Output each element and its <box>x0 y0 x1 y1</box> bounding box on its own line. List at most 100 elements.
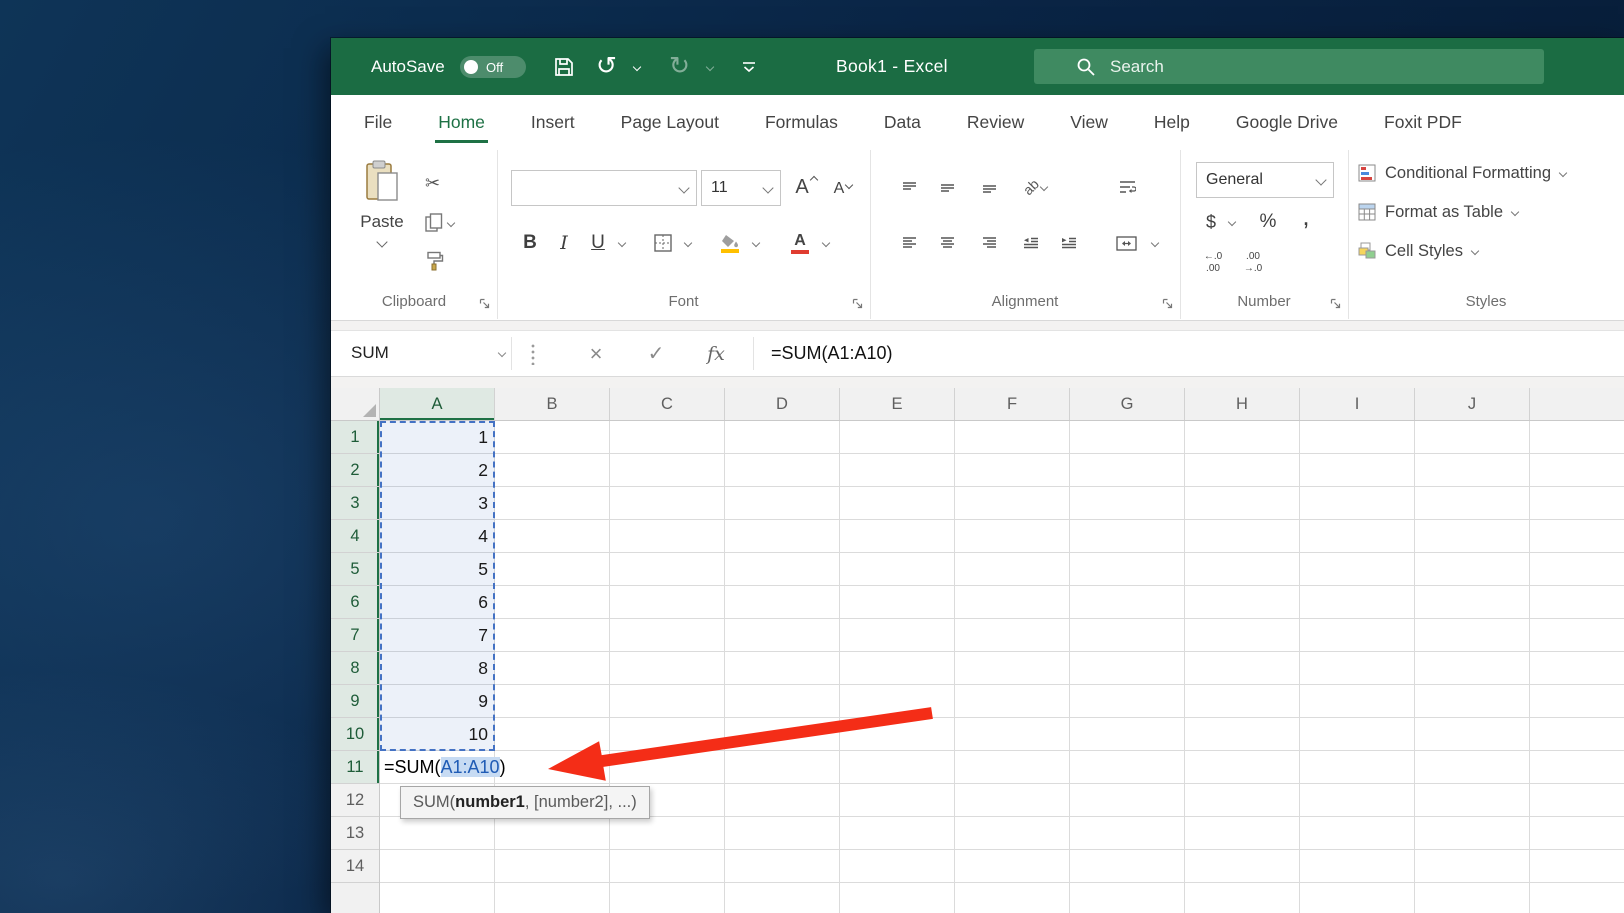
font-size-select[interactable]: 11 <box>701 170 781 206</box>
tab-formulas[interactable]: Formulas <box>742 95 861 150</box>
column-header-J[interactable]: J <box>1415 388 1530 420</box>
cell-A4[interactable]: 4 <box>380 520 488 553</box>
align-right-button[interactable] <box>974 226 1004 260</box>
autosave-toggle[interactable]: Off <box>460 56 526 78</box>
align-top-button[interactable] <box>894 170 924 204</box>
bold-button[interactable]: B <box>515 226 545 260</box>
format-as-table-button[interactable]: Format as Table <box>1358 197 1620 227</box>
fill-color-button[interactable] <box>715 226 745 260</box>
tab-file[interactable]: File <box>341 95 415 150</box>
tab-insert[interactable]: Insert <box>508 95 598 150</box>
decrease-indent-button[interactable] <box>1016 226 1046 260</box>
grow-font-button[interactable]: A <box>789 170 823 204</box>
select-all-corner[interactable] <box>331 388 380 421</box>
cell-A2[interactable]: 2 <box>380 454 488 487</box>
align-left-button[interactable] <box>894 226 924 260</box>
row-header-13[interactable]: 13 <box>331 817 379 850</box>
cell-A9[interactable]: 9 <box>380 685 488 718</box>
fill-color-dropdown[interactable] <box>747 226 765 260</box>
active-cell-formula[interactable]: =SUM(A1:A10) <box>384 751 506 784</box>
row-header-11[interactable]: 11 <box>331 751 379 784</box>
merge-center-button[interactable] <box>1108 226 1144 260</box>
paste-button[interactable]: Paste <box>353 160 411 278</box>
row-header-5[interactable]: 5 <box>331 553 379 586</box>
cell-styles-button[interactable]: Cell Styles <box>1358 236 1620 266</box>
font-name-select[interactable] <box>511 170 697 206</box>
quick-access-toolbar-button[interactable] <box>741 38 757 95</box>
align-middle-button[interactable] <box>932 170 962 204</box>
row-header-8[interactable]: 8 <box>331 652 379 685</box>
column-header-E[interactable]: E <box>840 388 955 420</box>
row-header-9[interactable]: 9 <box>331 685 379 718</box>
comma-style-button[interactable]: , <box>1292 200 1320 232</box>
font-dialog-launcher[interactable] <box>852 298 863 309</box>
accounting-format-dropdown[interactable] <box>1224 206 1240 238</box>
wrap-text-button[interactable] <box>1110 170 1144 204</box>
insert-function-button[interactable]: fx <box>694 331 738 376</box>
cell-A5[interactable]: 5 <box>380 553 488 586</box>
cell-A3[interactable]: 3 <box>380 487 488 520</box>
cell-A1[interactable]: 1 <box>380 421 488 454</box>
row-header-7[interactable]: 7 <box>331 619 379 652</box>
number-format-select[interactable]: General <box>1196 162 1334 198</box>
save-button[interactable] <box>553 38 575 95</box>
redo-button[interactable]: ↻ <box>669 38 690 95</box>
undo-dropdown[interactable] <box>632 38 642 95</box>
row-header-4[interactable]: 4 <box>331 520 379 553</box>
cells-area[interactable]: 1 2 3 4 5 6 7 8 9 10 =SUM(A1:A10) <box>380 421 1624 913</box>
orientation-button[interactable]: ab <box>1018 170 1052 204</box>
column-header-D[interactable]: D <box>725 388 840 420</box>
column-header-A[interactable]: A <box>380 388 495 420</box>
number-dialog-launcher[interactable] <box>1330 298 1341 309</box>
row-header-2[interactable]: 2 <box>331 454 379 487</box>
shrink-font-button[interactable]: A <box>828 174 858 204</box>
alignment-dialog-launcher[interactable] <box>1162 298 1173 309</box>
cell-A10[interactable]: 10 <box>380 718 488 751</box>
enter-button[interactable]: ✓ <box>634 331 678 376</box>
column-header-C[interactable]: C <box>610 388 725 420</box>
underline-button[interactable]: U <box>583 226 613 260</box>
column-header-B[interactable]: B <box>495 388 610 420</box>
clipboard-dialog-launcher[interactable] <box>479 298 490 309</box>
accounting-format-button[interactable]: $ <box>1198 206 1224 238</box>
row-header-10[interactable]: 10 <box>331 718 379 751</box>
name-box[interactable]: SUM <box>345 336 511 370</box>
tab-foxit-pdf[interactable]: Foxit PDF <box>1361 95 1485 150</box>
tab-page-layout[interactable]: Page Layout <box>598 95 742 150</box>
row-header-6[interactable]: 6 <box>331 586 379 619</box>
align-bottom-button[interactable] <box>974 170 1004 204</box>
format-painter-button[interactable] <box>425 246 469 276</box>
font-color-button[interactable]: A <box>785 226 815 260</box>
cell-A8[interactable]: 8 <box>380 652 488 685</box>
align-center-button[interactable] <box>932 226 962 260</box>
copy-button[interactable] <box>425 208 469 238</box>
column-header-G[interactable]: G <box>1070 388 1185 420</box>
tab-home[interactable]: Home <box>415 95 508 150</box>
formula-input[interactable]: =SUM(A1:A10) <box>762 331 1624 376</box>
tab-review[interactable]: Review <box>944 95 1047 150</box>
font-color-dropdown[interactable] <box>817 226 835 260</box>
row-header-3[interactable]: 3 <box>331 487 379 520</box>
row-header-12[interactable]: 12 <box>331 784 379 817</box>
row-header-1[interactable]: 1 <box>331 421 379 454</box>
decrease-decimal-button[interactable]: ←.0 .00 <box>1196 246 1230 280</box>
borders-dropdown[interactable] <box>679 226 697 260</box>
search-box[interactable]: Search <box>1034 49 1544 84</box>
borders-button[interactable] <box>649 226 677 260</box>
underline-dropdown[interactable] <box>613 226 631 260</box>
cancel-button[interactable]: × <box>574 331 618 376</box>
column-header-I[interactable]: I <box>1300 388 1415 420</box>
formula-bar-drag-handle[interactable] <box>529 343 537 365</box>
column-header-H[interactable]: H <box>1185 388 1300 420</box>
cell-A7[interactable]: 7 <box>380 619 488 652</box>
tab-view[interactable]: View <box>1047 95 1131 150</box>
merge-center-dropdown[interactable] <box>1146 226 1164 260</box>
undo-button[interactable]: ↺ <box>596 38 617 95</box>
tab-data[interactable]: Data <box>861 95 944 150</box>
column-header-F[interactable]: F <box>955 388 1070 420</box>
tab-help[interactable]: Help <box>1131 95 1213 150</box>
row-header-14[interactable]: 14 <box>331 850 379 883</box>
cut-button[interactable]: ✂ <box>425 168 469 198</box>
increase-indent-button[interactable] <box>1054 226 1084 260</box>
italic-button[interactable]: I <box>549 226 579 260</box>
